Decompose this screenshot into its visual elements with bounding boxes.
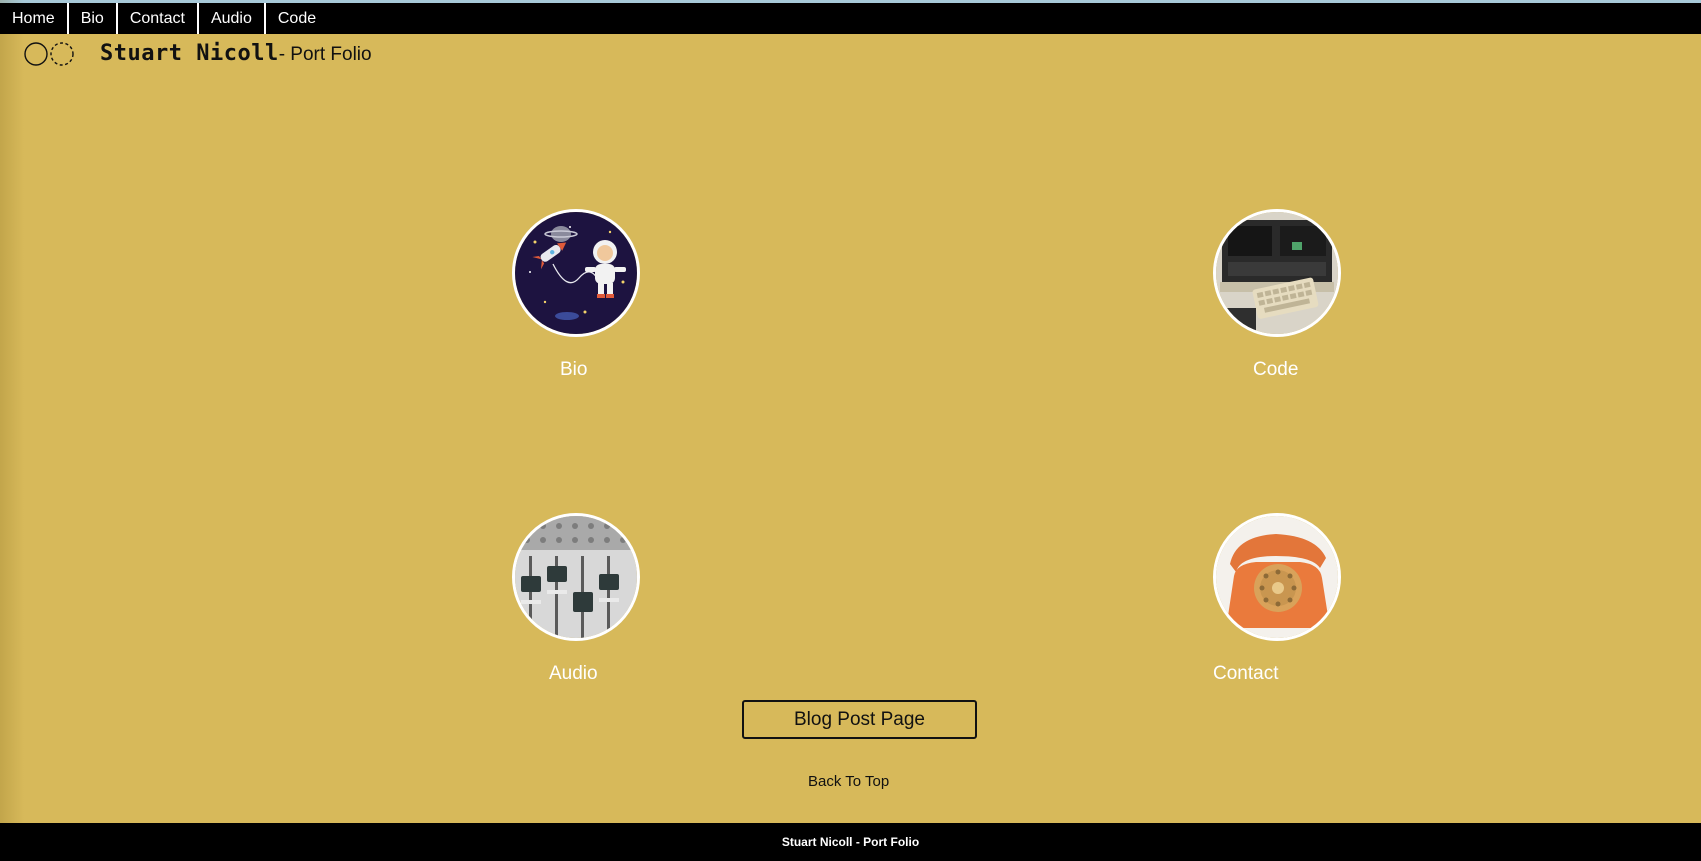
tile-contact[interactable]: Contact: [1213, 513, 1341, 684]
left-edge-shade: [0, 0, 24, 861]
audio-image: [512, 513, 640, 641]
tile-contact-label: Contact: [1213, 663, 1279, 684]
footer-text: Stuart Nicoll - Port Folio: [781, 835, 920, 849]
top-navigation: Home Bio Contact Audio Code: [0, 3, 1701, 34]
site-brand: Stuart Nicoll- Port Folio: [100, 41, 372, 66]
tile-audio-label: Audio: [549, 663, 598, 684]
blog-post-page-button[interactable]: Blog Post Page: [742, 700, 977, 739]
bio-image: [512, 209, 640, 337]
tile-audio[interactable]: Audio: [512, 513, 640, 684]
page-footer: Stuart Nicoll - Port Folio: [0, 823, 1701, 861]
tile-bio[interactable]: Bio: [512, 209, 640, 380]
nav-item-contact[interactable]: Contact: [118, 3, 199, 34]
tile-bio-label: Bio: [560, 359, 588, 380]
nav-item-audio[interactable]: Audio: [199, 3, 266, 34]
brand-name: Stuart Nicoll: [100, 41, 279, 66]
double-circle-logo-icon: [24, 42, 76, 66]
nav-item-home[interactable]: Home: [0, 3, 69, 34]
nav-item-bio[interactable]: Bio: [69, 3, 118, 34]
back-to-top-link[interactable]: Back To Top: [808, 773, 889, 790]
tile-code-label: Code: [1253, 359, 1299, 380]
tile-code[interactable]: Code: [1213, 209, 1341, 380]
code-image: [1213, 209, 1341, 337]
brand-subtitle: - Port Folio: [278, 44, 372, 65]
nav-item-code[interactable]: Code: [266, 3, 328, 34]
contact-image: [1213, 513, 1341, 641]
